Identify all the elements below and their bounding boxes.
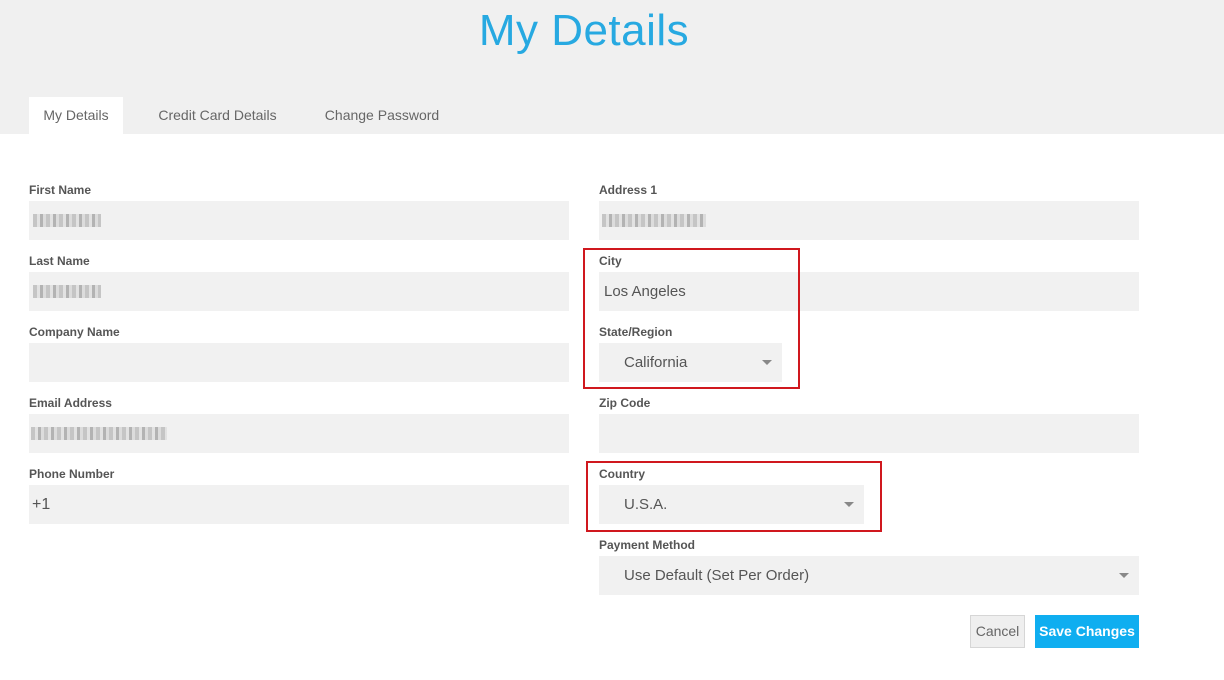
address1-field[interactable] [599, 201, 1139, 240]
first-name-label: First Name [29, 183, 92, 197]
tab-my-details[interactable]: My Details [29, 97, 123, 134]
address1-label: Address 1 [599, 183, 658, 197]
tab-change-password[interactable]: Change Password [310, 97, 454, 134]
first-name-field[interactable] [29, 201, 569, 240]
company-name-label: Company Name [29, 325, 120, 339]
payment-method-select[interactable]: Use Default (Set Per Order) [599, 556, 1139, 595]
last-name-field[interactable] [29, 272, 569, 311]
redacted-value [33, 285, 101, 298]
email-field[interactable] [29, 414, 569, 453]
city-state-highlight-box [583, 248, 800, 389]
tab-credit-card-details[interactable]: Credit Card Details [145, 97, 290, 134]
page-title: My Details [478, 6, 690, 55]
zip-field[interactable] [599, 414, 1139, 453]
company-name-field[interactable] [29, 343, 569, 382]
save-changes-button[interactable]: Save Changes [1035, 615, 1139, 648]
payment-method-label: Payment Method [599, 538, 696, 552]
cancel-button[interactable]: Cancel [970, 615, 1025, 648]
country-highlight-box [586, 461, 882, 532]
phone-label: Phone Number [29, 467, 115, 481]
redacted-value [33, 214, 101, 227]
payment-method-selected-value: Use Default (Set Per Order) [624, 567, 810, 584]
zip-label: Zip Code [599, 396, 651, 410]
email-label: Email Address [29, 396, 112, 410]
redacted-value [602, 214, 706, 227]
redacted-value [31, 427, 167, 440]
last-name-label: Last Name [29, 254, 90, 268]
phone-field[interactable]: +1 [29, 485, 569, 524]
caret-down-icon [1119, 573, 1129, 578]
